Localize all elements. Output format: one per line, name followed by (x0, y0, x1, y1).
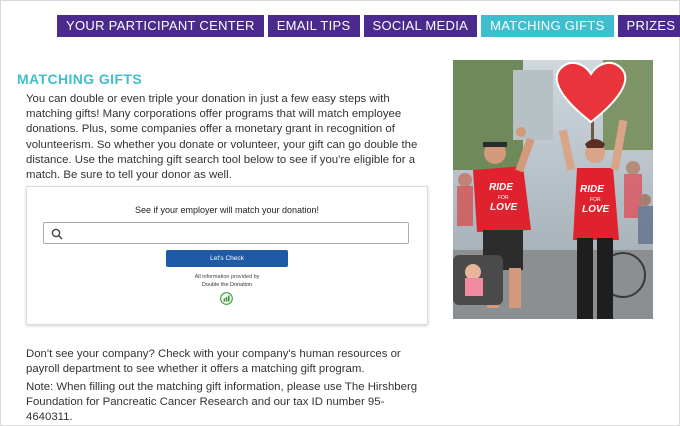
double-the-donation-logo-icon (220, 292, 233, 305)
note-paragraph: Note: When filling out the matching gift… (26, 381, 418, 424)
woman-shirt-ride: RIDE (580, 184, 604, 195)
section-tabs: YOUR PARTICIPANT CENTER EMAIL TIPS SOCIA… (57, 15, 680, 37)
widget-prompt: See if your employer will match your don… (134, 205, 320, 215)
tab-matching-gifts[interactable]: MATCHING GIFTS (481, 15, 614, 37)
tab-prizes[interactable]: PRIZES (617, 15, 680, 37)
man-shirt-ride: RIDE (489, 182, 513, 193)
tab-social-media[interactable]: SOCIAL MEDIA (363, 15, 478, 37)
woman-shirt-love: LOVE (582, 204, 610, 215)
woman-shirt-for: FOR (590, 197, 601, 203)
widget-brand[interactable]: Double the Donation (27, 282, 427, 288)
matching-gift-widget: See if your employer will match your don… (26, 186, 428, 325)
search-icon (51, 228, 63, 240)
section-heading: MATCHING GIFTS (17, 71, 143, 87)
man-shirt-for: FOR (498, 195, 509, 201)
intro-paragraph: You can double or even triple your donat… (26, 93, 418, 182)
employer-search-box (43, 222, 409, 244)
event-photo-illustration: RIDE FOR LOVE RIDE FOR LOVE (453, 60, 653, 319)
lets-check-button[interactable]: Let's Check (166, 250, 288, 267)
man-shirt-love: LOVE (490, 202, 518, 213)
tab-participant-center[interactable]: YOUR PARTICIPANT CENTER (57, 15, 264, 37)
employer-search-input[interactable] (68, 225, 402, 241)
followup-paragraph: Don't see your company? Check with your … (26, 348, 401, 376)
widget-info-line: All information provided by (194, 274, 260, 280)
event-photo: RIDE FOR LOVE RIDE FOR LOVE (453, 60, 653, 319)
tab-email-tips[interactable]: EMAIL TIPS (267, 15, 360, 37)
